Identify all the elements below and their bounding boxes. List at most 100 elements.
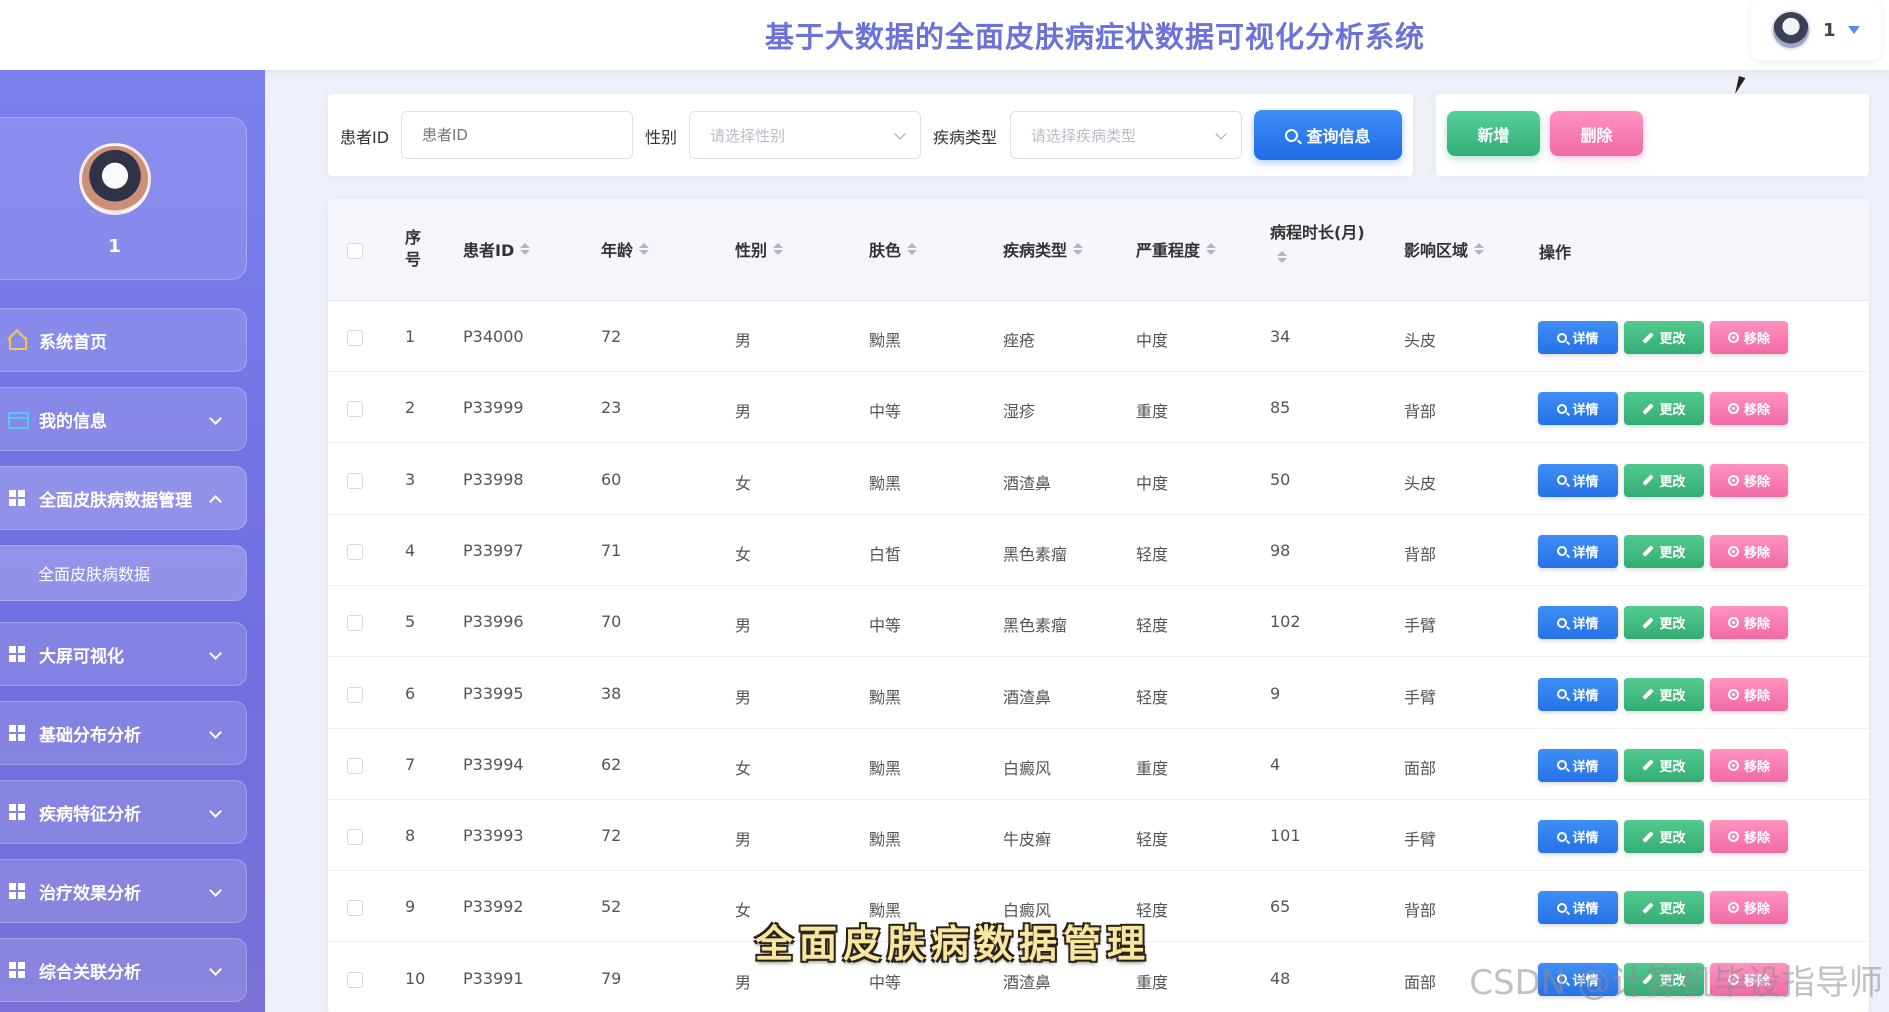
column-header-label: 影响区域 (1404, 241, 1469, 260)
sort-icon[interactable] (1277, 251, 1287, 263)
remove-button[interactable]: 移除 (1710, 820, 1788, 854)
select-all-checkbox[interactable] (347, 243, 363, 259)
gender-select[interactable]: 请选择性别 (689, 111, 921, 159)
column-header-label: 严重程度 (1136, 241, 1201, 260)
button-label: 详情 (1572, 617, 1599, 633)
column-header-age[interactable]: 年龄 (601, 237, 650, 261)
sort-icon[interactable] (773, 243, 784, 255)
edit-button[interactable]: 更改 (1624, 606, 1704, 640)
cell-duration: 9 (1270, 683, 1281, 703)
column-header-disease-type[interactable]: 疾病类型 (1003, 237, 1084, 261)
patient-id-label: 患者ID (340, 128, 390, 147)
sidebar-item-data-management[interactable]: 全面皮肤病数据管理 (0, 466, 247, 530)
table-row: 5 P33996 70 男 中等 黑色素瘤 轻度 102 手臂 详情 更改 移除 (328, 586, 1869, 658)
row-checkbox[interactable] (347, 615, 363, 632)
cell-skin-tone: 白皙 (869, 544, 902, 564)
chevron-down-icon (209, 726, 222, 739)
cell-gender: 女 (735, 473, 752, 493)
column-header-duration[interactable]: 病程时长(月) (1270, 219, 1365, 263)
sort-icon[interactable] (1206, 243, 1217, 255)
row-checkbox[interactable] (347, 401, 363, 418)
add-button[interactable]: 新增 (1447, 111, 1540, 156)
patient-id-input[interactable] (401, 111, 633, 159)
column-header-affected-area[interactable]: 影响区域 (1404, 237, 1485, 261)
edit-button[interactable]: 更改 (1624, 392, 1704, 426)
cell-patient-id: P33997 (463, 540, 524, 560)
sort-icon[interactable] (1474, 243, 1485, 255)
remove-circle-icon (1727, 688, 1739, 700)
cell-disease-type: 白癜风 (1003, 758, 1052, 778)
data-table: 序号 患者ID 年龄 性别 肤色 疾病类型 严重程度 病程时长(月) 影响区域 … (328, 199, 1869, 1012)
remove-button[interactable]: 移除 (1710, 392, 1788, 426)
cell-gender: 男 (735, 331, 752, 350)
view-button[interactable]: 详情 (1538, 534, 1618, 568)
chevron-down-icon[interactable] (1847, 26, 1860, 34)
user-menu[interactable]: 1 (1751, 0, 1881, 60)
sidebar-item-disease-features[interactable]: 疾病特征分析 (0, 780, 247, 844)
view-button[interactable]: 详情 (1538, 321, 1618, 354)
remove-button[interactable]: 移除 (1710, 606, 1788, 640)
column-header-skin-tone[interactable]: 肤色 (869, 237, 918, 261)
remove-button[interactable]: 移除 (1710, 321, 1788, 354)
table-row: 2 P33999 23 男 中等 湿疹 重度 85 背部 详情 更改 移除 (328, 372, 1869, 444)
row-checkbox[interactable] (347, 757, 363, 774)
sidebar-item-basic-distribution[interactable]: 基础分布分析 (0, 701, 247, 765)
sort-icon[interactable] (639, 243, 650, 255)
cell-age: 72 (601, 826, 622, 846)
cell-index: 2 (405, 398, 416, 418)
button-label: 移除 (1743, 474, 1770, 490)
edit-button[interactable]: 更改 (1624, 820, 1704, 854)
row-checkbox[interactable] (347, 330, 363, 346)
edit-button[interactable]: 更改 (1624, 534, 1704, 568)
sort-icon[interactable] (1073, 243, 1084, 255)
remove-circle-icon (1727, 617, 1739, 629)
cell-skin-tone: 黝黑 (869, 473, 902, 493)
view-button[interactable]: 详情 (1538, 463, 1618, 497)
cell-index: 3 (405, 469, 416, 489)
cell-skin-tone: 黝黑 (869, 758, 902, 778)
remove-button[interactable]: 移除 (1710, 677, 1788, 711)
view-button[interactable]: 详情 (1538, 820, 1618, 854)
sidebar-item-home[interactable]: 系统首页 (0, 308, 247, 372)
edit-button[interactable]: 更改 (1624, 748, 1704, 782)
view-button[interactable]: 详情 (1538, 606, 1618, 640)
user-name[interactable]: 1 (1823, 20, 1836, 41)
sort-icon[interactable] (907, 243, 918, 255)
column-header-gender[interactable]: 性别 (735, 237, 784, 261)
cell-affected-area: 手臂 (1404, 687, 1437, 707)
column-header-patient-id[interactable]: 患者ID (463, 237, 531, 261)
sidebar-item-big-screen[interactable]: 大屏可视化 (0, 622, 247, 686)
view-button[interactable]: 详情 (1538, 677, 1618, 711)
edit-button[interactable]: 更改 (1624, 321, 1704, 354)
row-checkbox[interactable] (347, 829, 363, 846)
avatar[interactable] (1771, 10, 1811, 50)
sort-icon[interactable] (520, 243, 531, 255)
row-checkbox[interactable] (347, 971, 363, 988)
view-button[interactable]: 详情 (1538, 392, 1618, 426)
remove-button[interactable]: 移除 (1710, 748, 1788, 782)
search-button[interactable]: 查询信息 (1254, 110, 1402, 160)
delete-button[interactable]: 删除 (1550, 111, 1643, 156)
button-label: 移除 (1743, 617, 1770, 633)
remove-button[interactable]: 移除 (1710, 463, 1788, 497)
row-checkbox[interactable] (347, 472, 363, 489)
disease-type-select[interactable]: 请选择疾病类型 (1010, 111, 1242, 159)
edit-button[interactable]: 更改 (1624, 463, 1704, 497)
search-icon (1285, 128, 1299, 142)
cell-disease-type: 酒渣鼻 (1003, 473, 1052, 493)
search-icon (1557, 546, 1568, 557)
remove-button[interactable]: 移除 (1710, 534, 1788, 568)
avatar[interactable] (79, 143, 151, 215)
edit-button[interactable]: 更改 (1624, 677, 1704, 711)
column-header-severity[interactable]: 严重程度 (1136, 237, 1217, 261)
column-header-label: 患者ID (463, 241, 515, 260)
row-checkbox[interactable] (347, 686, 363, 703)
view-button[interactable]: 详情 (1538, 748, 1618, 782)
button-label: 移除 (1743, 332, 1770, 347)
cell-affected-area: 手臂 (1404, 830, 1437, 850)
sidebar-subitem-skin-disease-data[interactable]: 全面皮肤病数据 (0, 545, 247, 601)
sidebar-item-my-info[interactable]: 我的信息 (0, 387, 247, 451)
search-icon (1557, 831, 1568, 842)
row-checkbox[interactable] (347, 543, 363, 560)
button-label: 更改 (1659, 545, 1686, 561)
